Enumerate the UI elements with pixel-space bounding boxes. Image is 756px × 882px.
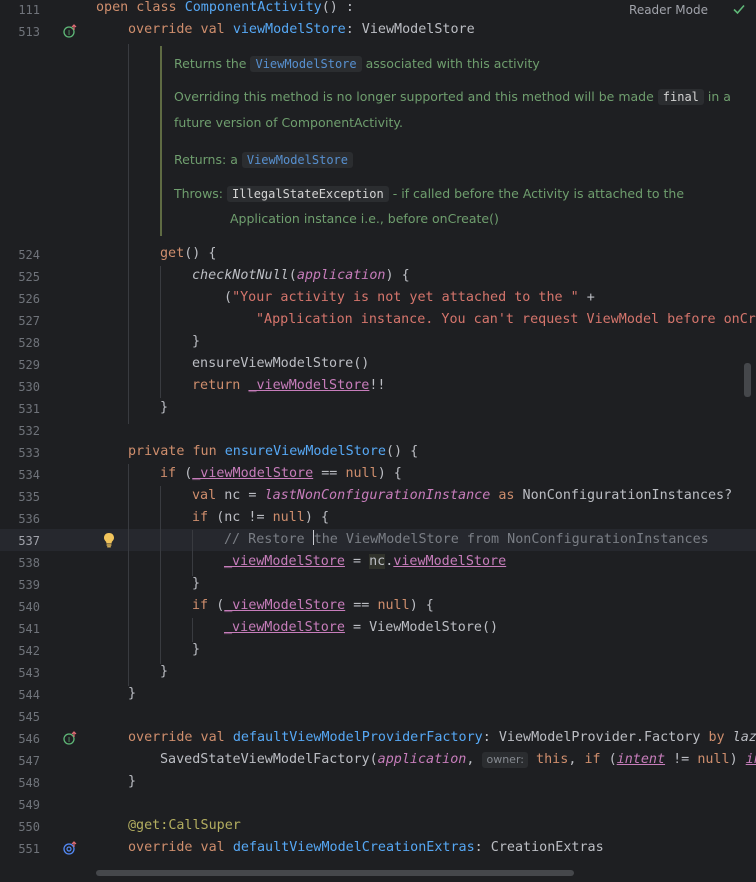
line-number: 524	[18, 248, 40, 262]
code-line-550[interactable]: @get:CallSuper	[128, 815, 241, 837]
svg-text:I: I	[68, 29, 70, 37]
code-line-540[interactable]: if (_viewModelStore == null) {	[192, 595, 434, 617]
parameter-hint: owner:	[482, 752, 528, 768]
code-line-535[interactable]: val nc = lastNonConfigurationInstance as…	[192, 485, 732, 507]
rendered-doc-comment[interactable]: Returns the ViewModelStore associated wi…	[160, 46, 752, 236]
line-number: 549	[18, 798, 40, 812]
code-line-541[interactable]: _viewModelStore = ViewModelStore()	[224, 617, 498, 639]
line-number: 111	[18, 3, 40, 17]
code-line-528[interactable]: }	[192, 331, 200, 353]
line-number: 537	[18, 534, 40, 548]
code-line-527[interactable]: "Application instance. You can't request…	[256, 309, 756, 331]
line-number: 543	[18, 666, 40, 680]
line-number: 525	[18, 270, 40, 284]
code-line-548[interactable]: }	[128, 771, 136, 793]
implemented-override-icon[interactable]: I	[62, 23, 78, 39]
line-number: 550	[18, 820, 40, 834]
line-number: 541	[18, 622, 40, 636]
code-line-529[interactable]: ensureViewModelStore()	[192, 353, 369, 375]
line-number: 526	[18, 292, 40, 306]
line-number: 528	[18, 336, 40, 350]
code-line-536[interactable]: if (nc != null) {	[192, 507, 329, 529]
horizontal-scrollbar[interactable]	[96, 870, 574, 876]
line-number: 513	[18, 25, 40, 39]
indent-guide	[192, 530, 193, 576]
line-number: 546	[18, 732, 40, 746]
indent-guide	[128, 464, 129, 686]
line-number: 531	[18, 402, 40, 416]
line-number: 544	[18, 688, 40, 702]
code-line-542[interactable]: }	[192, 639, 200, 661]
code-line-546[interactable]: override val defaultViewModelProviderFac…	[128, 727, 756, 749]
line-number: 533	[18, 446, 40, 460]
line-number: 548	[18, 776, 40, 790]
line-number: 538	[18, 556, 40, 570]
code-line-547[interactable]: SavedStateViewModelFactory(application, …	[160, 749, 756, 771]
reader-mode-toggle[interactable]: Reader Mode	[625, 3, 712, 17]
line-number: 542	[18, 644, 40, 658]
overriding-method-icon[interactable]	[62, 840, 78, 856]
code-line-534[interactable]: if (_viewModelStore == null) {	[160, 463, 402, 485]
code-line-530[interactable]: return _viewModelStore!!	[192, 375, 386, 397]
code-line-111[interactable]: open class ComponentActivity() :	[96, 0, 354, 19]
code-line-551[interactable]: override val defaultViewModelCreationExt…	[128, 837, 604, 859]
code-line-513[interactable]: override val viewModelStore: ViewModelSt…	[128, 19, 475, 41]
line-number: 527	[18, 314, 40, 328]
line-number: 535	[18, 490, 40, 504]
line-number: 530	[18, 380, 40, 394]
line-number: 532	[18, 424, 40, 438]
svg-text:I: I	[68, 736, 70, 744]
code-line-538[interactable]: _viewModelStore = nc.viewModelStore	[224, 551, 506, 573]
line-number: 547	[18, 754, 40, 768]
doc-link[interactable]: ViewModelStore	[250, 56, 362, 72]
checkmark-icon[interactable]	[732, 2, 746, 16]
code-line-537[interactable]: // Restore the ViewModelStore from NonCo…	[224, 529, 709, 551]
code-line-539[interactable]: }	[192, 573, 200, 595]
implemented-override-icon[interactable]: I	[62, 730, 78, 746]
doc-deprecation-note-line2: future version of ComponentActivity.	[174, 115, 403, 130]
code-line-531[interactable]: }	[160, 397, 168, 419]
doc-summary: Returns the ViewModelStore associated wi…	[174, 56, 540, 72]
code-line-524[interactable]: get() {	[160, 243, 216, 265]
code-line-544[interactable]: }	[128, 683, 136, 705]
doc-link[interactable]: ViewModelStore	[241, 152, 354, 168]
code-line-526[interactable]: ("Your activity is not yet attached to t…	[224, 287, 595, 309]
doc-throws: Throws: IllegalStateException - if calle…	[174, 186, 685, 202]
lightbulb-icon[interactable]	[102, 532, 116, 548]
doc-deprecation-note: Overriding this method is no longer supp…	[174, 89, 731, 105]
code-line-543[interactable]: }	[160, 661, 168, 683]
code-editor[interactable]: 111 513 524 525 526 527 528 529 530 531 …	[0, 0, 756, 882]
indent-guide	[160, 266, 161, 398]
code-line-533[interactable]: private fun ensureViewModelStore() {	[128, 441, 418, 463]
line-number: 534	[18, 468, 40, 482]
vertical-scrollbar[interactable]	[744, 363, 751, 397]
doc-returns: Returns: a ViewModelStore	[174, 152, 354, 168]
line-number: 539	[18, 578, 40, 592]
line-number: 529	[18, 358, 40, 372]
indent-guide	[128, 44, 129, 424]
line-number: 540	[18, 600, 40, 614]
line-number: 551	[18, 842, 40, 856]
line-number: 545	[18, 710, 40, 724]
doc-throws-line2: Application instance i.e., before onCrea…	[230, 211, 499, 226]
line-number: 536	[18, 512, 40, 526]
indent-guide	[160, 486, 161, 664]
code-line-525[interactable]: checkNotNull(application) {	[192, 265, 410, 287]
